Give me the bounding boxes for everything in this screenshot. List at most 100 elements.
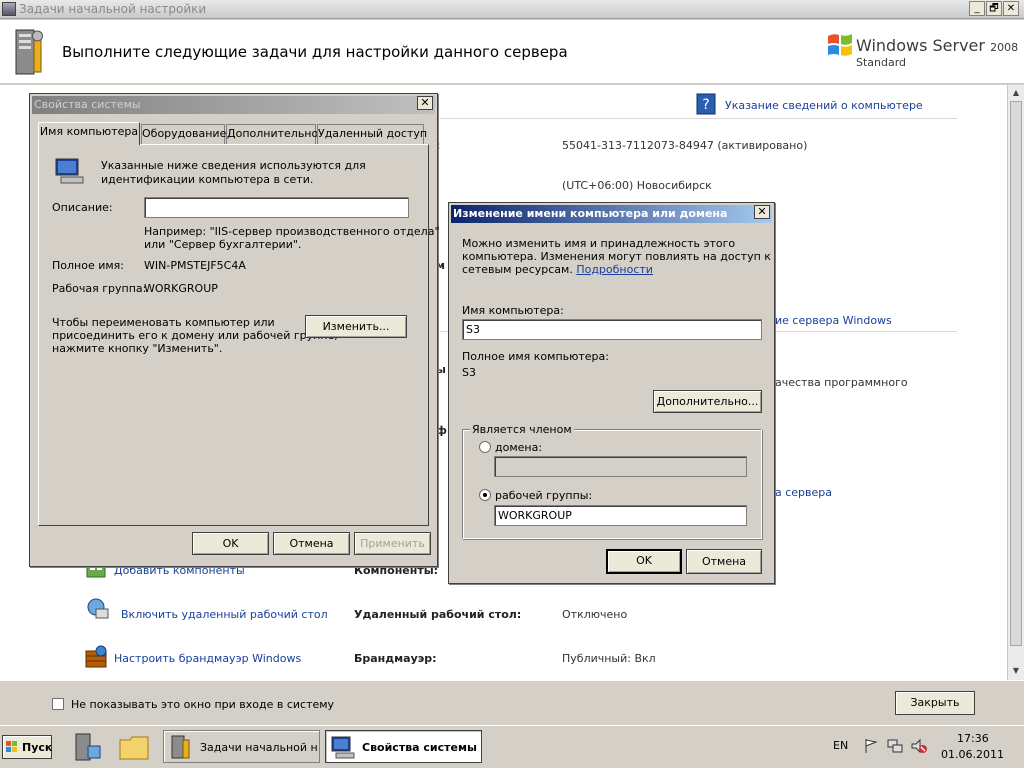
provide-computer-info-link[interactable]: Указание сведений о компьютере [725, 99, 923, 112]
full-name-value: WIN-PMSTEJF5C4A [144, 259, 246, 272]
scroll-thumb[interactable] [1010, 101, 1022, 646]
header-title: Выполните следующие задачи для настройки… [62, 43, 568, 61]
description-input[interactable] [144, 197, 409, 218]
bottom-bar: Не показывать это окно при входе в систе… [0, 680, 1024, 725]
enable-remote-desktop-link[interactable]: Включить удаленный рабочий стол [121, 608, 328, 621]
member-of-label: Является членом [470, 423, 574, 436]
taskbar-task-initial-config[interactable]: Задачи начальной н... [163, 730, 320, 763]
domain-label: домена: [495, 441, 543, 454]
firewall-icon [85, 645, 107, 668]
full-computer-name-label: Полное имя компьютера: [462, 350, 609, 363]
firewall-value: Публичный: Вкл [562, 652, 656, 665]
help-icon: ? [696, 93, 716, 115]
windows-start-icon [6, 741, 17, 752]
logo-version: 2008 [990, 41, 1019, 54]
close-button[interactable]: Закрыть [895, 691, 975, 715]
remote-desktop-icon [87, 598, 109, 619]
windows-flag-icon [828, 34, 852, 56]
server-manager-icon[interactable] [70, 732, 102, 762]
rename-dialog-close-button[interactable]: ✕ [754, 205, 770, 219]
full-name-label: Полное имя: [52, 259, 124, 272]
description-label: Описание: [52, 201, 113, 214]
domain-radio[interactable] [479, 441, 491, 453]
clock-time[interactable]: 17:36 [957, 732, 989, 745]
computer-name-label: Имя компьютера: [462, 304, 564, 317]
tab-advanced[interactable]: Дополнительно [226, 124, 318, 144]
remote-desktop-label: Удаленный рабочий стол: [354, 608, 522, 621]
system-properties-dialog: Свойства системы ✕ Имя компьютера Оборуд… [29, 93, 440, 567]
header-banner: Выполните следующие задачи для настройки… [0, 20, 1024, 84]
dont-show-checkbox[interactable] [52, 698, 64, 710]
main-title-bar[interactable]: Задачи начальной настройки _ 🗗 ✕ [0, 0, 1024, 19]
tab-computer-name[interactable]: Имя компьютера [38, 122, 140, 145]
scroll-down-arrow-icon[interactable]: ▼ [1010, 665, 1022, 677]
windows-server-logo: Windows Server 2008 R2 Standard [826, 30, 1024, 82]
sysprops-apply-button[interactable]: Применить [354, 532, 431, 555]
tab-panel: Указанные ниже сведения используются для… [38, 144, 440, 526]
roles-link-partial[interactable]: а сервера [775, 486, 832, 499]
minimize-button[interactable]: _ [969, 1, 985, 16]
start-button[interactable]: Пуск [2, 735, 52, 759]
sysprops-cancel-button[interactable]: Отмена [273, 532, 350, 555]
action-center-flag-icon[interactable] [862, 737, 880, 755]
network-icon[interactable] [886, 737, 904, 755]
volume-muted-icon[interactable] [910, 737, 928, 755]
intro-line-2: идентификации компьютера в сети. [101, 173, 314, 186]
language-indicator[interactable]: EN [833, 739, 848, 752]
system-properties-close-button[interactable]: ✕ [417, 96, 433, 110]
rename-intro-3: сетевым ресурсам. Подробности [462, 263, 653, 276]
taskbar: Пуск Задачи начальной н... Свойства сист… [0, 725, 1024, 768]
change-button[interactable]: Изменить... [305, 315, 407, 338]
update-link-partial[interactable]: ие сервера Windows [775, 314, 892, 327]
full-computer-name-value: S3 [462, 366, 476, 379]
computer-icon [331, 736, 355, 759]
timezone-value: (UTC+06:00) Новосибирск [562, 179, 712, 192]
svg-text:?: ? [702, 97, 709, 113]
rename-dialog-title-bar[interactable]: Изменение имени компьютера или домена [451, 205, 772, 223]
clock-date[interactable]: 01.06.2011 [941, 748, 1004, 761]
dont-show-label: Не показывать это окно при входе в систе… [71, 698, 335, 711]
product-id-value: 55041-313-7112073-84947 (активировано) [562, 139, 808, 152]
rename-intro-1: Можно изменить имя и принадлежность этог… [462, 237, 736, 250]
more-button[interactable]: Дополнительно... [653, 390, 762, 413]
system-properties-title-bar[interactable]: Свойства системы [32, 96, 435, 114]
close-window-button[interactable]: ✕ [1003, 1, 1019, 16]
intro-line-1: Указанные ниже сведения используются для [101, 159, 366, 172]
rename-ok-button[interactable]: OK [606, 549, 682, 574]
workgroup-label: Рабочая группа: [52, 282, 147, 295]
rename-intro-2: компьютера. Изменения могут повлиять на … [462, 250, 771, 263]
workgroup-radio-label: рабочей группы: [495, 489, 593, 502]
server-tasks-icon [171, 735, 190, 759]
taskbar-task-system-properties[interactable]: Свойства системы [325, 730, 482, 763]
rename-text-1: Чтобы переименовать компьютер или [52, 316, 275, 329]
tab-remote[interactable]: Удаленный доступ [317, 124, 427, 144]
task-label: Задачи начальной н... [200, 741, 320, 754]
rename-intro-3-text: сетевым ресурсам. [462, 263, 573, 276]
rename-dialog-title: Изменение имени компьютера или домена [453, 207, 728, 220]
main-window-title: Задачи начальной настройки [19, 2, 207, 16]
quality-text-partial: ачества программного [775, 376, 908, 389]
workgroup-radio[interactable] [479, 489, 491, 501]
logo-brand: Windows Server [856, 36, 985, 55]
restore-button[interactable]: 🗗 [986, 1, 1002, 16]
rename-cancel-button[interactable]: Отмена [686, 549, 762, 574]
computer-name-input[interactable]: S3 [462, 319, 762, 340]
logo-edition: Standard [856, 56, 907, 69]
separator [440, 118, 957, 119]
tab-strip: Имя компьютера Оборудование Дополнительн… [36, 122, 432, 146]
configure-firewall-link[interactable]: Настроить брандмауэр Windows [114, 652, 301, 665]
rename-text-3: нажмите кнопку "Изменить". [52, 342, 223, 355]
workgroup-input[interactable]: WORKGROUP [494, 505, 747, 526]
tab-hardware[interactable]: Оборудование [141, 124, 226, 144]
rename-text-2: присоединить его к домену или рабочей гр… [52, 329, 338, 342]
domain-input[interactable] [494, 456, 747, 477]
vertical-scrollbar[interactable]: ▲ ▼ [1007, 85, 1024, 680]
task-label: Свойства системы [362, 741, 477, 754]
details-link[interactable]: Подробности [576, 263, 653, 276]
explorer-folder-icon[interactable] [118, 732, 150, 762]
scroll-up-arrow-icon[interactable]: ▲ [1010, 87, 1022, 99]
remote-desktop-value: Отключено [562, 608, 628, 621]
example-line-1: Например: "IIS-сервер производственного … [144, 225, 440, 238]
system-properties-title: Свойства системы [34, 98, 141, 111]
sysprops-ok-button[interactable]: OK [192, 532, 269, 555]
